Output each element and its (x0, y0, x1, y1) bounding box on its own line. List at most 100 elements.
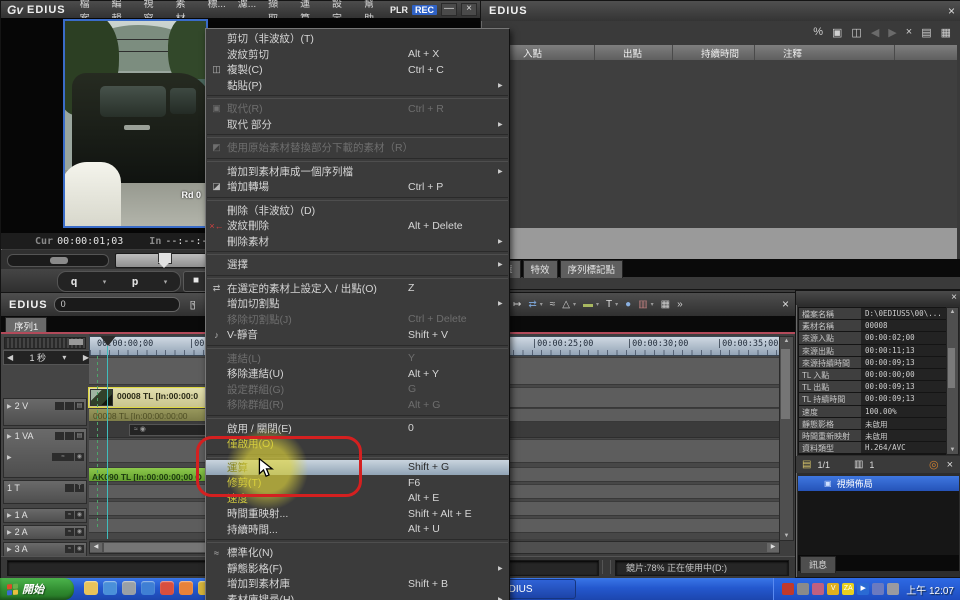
context-menu-item-36[interactable]: 持續時間...Alt + U (206, 522, 509, 538)
waveform-icon[interactable]: ≈ (65, 545, 74, 553)
track-expand-icon[interactable]: ▶ (7, 403, 12, 410)
context-menu-item-38[interactable]: ≈標準化(N) (206, 545, 509, 561)
scroll-up-icon[interactable]: ▲ (947, 309, 958, 315)
context-menu-item-19[interactable]: ⇄在選定的素材上設定入 / 出點(O)Z (206, 281, 509, 297)
more-icon[interactable]: » (677, 299, 683, 310)
context-menu-item-20[interactable]: 增加切割點▶ (206, 296, 509, 312)
context-menu-item-40[interactable]: 增加到素材庫Shift + B (206, 576, 509, 592)
position-marker[interactable] (158, 252, 172, 264)
transition-icon-caret[interactable]: ▾ (596, 301, 599, 308)
bin-tab-1[interactable]: 特效 (523, 260, 558, 278)
scroll-down-icon[interactable]: ▼ (780, 533, 793, 539)
tray-app-icon[interactable] (812, 583, 824, 595)
close-button[interactable]: × (461, 3, 477, 16)
ripple-mode-icon[interactable]: ≈ (550, 299, 556, 310)
context-menu-item-25[interactable]: 移除連結(U)Alt + Y (206, 366, 509, 382)
tray-recorder-icon[interactable] (782, 583, 794, 595)
track-expand-icon[interactable]: ▶ (7, 546, 12, 553)
context-menu-item-6[interactable]: 取代 部分▶ (206, 117, 509, 133)
export-icon[interactable]: ▤ (921, 26, 931, 39)
marker-icon[interactable]: % (813, 26, 823, 39)
panel-icon[interactable]: ▤ (75, 402, 84, 410)
bin-column-入點[interactable]: 入點 (495, 45, 595, 60)
context-menu-item-41[interactable]: 素材庫搜尋(H)▶ (206, 592, 509, 600)
firefox-icon[interactable] (179, 581, 193, 595)
minimize-button[interactable]: — (441, 3, 457, 16)
tray-audio-icon[interactable] (887, 583, 899, 595)
tray-player-icon[interactable]: ▶ (857, 583, 869, 595)
context-menu-item-0[interactable]: 剪切（非波紋）(T) (206, 31, 509, 47)
track-header-1t[interactable]: 1 T T (3, 480, 87, 504)
delete-icon[interactable]: × (947, 459, 953, 471)
chrome-icon[interactable] (160, 581, 174, 595)
track-header-2a[interactable]: ▶ 2 A ≈◉ (3, 525, 87, 540)
overwrite-mode-icon-caret[interactable]: ▾ (540, 301, 543, 308)
bin-clip-list[interactable] (495, 60, 957, 228)
set-in-button[interactable]: q (71, 275, 78, 288)
context-menu-item-2[interactable]: ◫複製(C)Ctrl + C (206, 62, 509, 78)
folder-pager-icon[interactable]: ▤ (802, 459, 811, 470)
bin-column-注釋[interactable]: 注釋 (755, 45, 895, 60)
tray-camera-icon[interactable] (797, 583, 809, 595)
context-menu-item-15[interactable]: 刪除素材▶ (206, 234, 509, 250)
sub-expand-icon[interactable]: ▶ (7, 454, 12, 461)
bin-column-持續時間[interactable]: 持續時間 (673, 45, 755, 60)
jog-slider[interactable] (7, 254, 109, 267)
scroll-thumb[interactable] (948, 348, 955, 388)
folder-icon[interactable] (84, 581, 98, 595)
playhead-handle[interactable] (100, 336, 116, 346)
bin-close-button[interactable]: × (948, 4, 955, 18)
lock-icon[interactable] (55, 402, 64, 410)
export-icon[interactable]: ▥ (638, 299, 647, 310)
set-out-menu[interactable]: ▾ (164, 278, 168, 286)
message-tab[interactable]: 訊息 (800, 556, 836, 573)
trim-icon[interactable]: △ (562, 299, 570, 310)
vertical-scrollbar[interactable]: ▲ ▼ (779, 336, 794, 541)
bin-titlebar[interactable]: EDIUS × (481, 1, 960, 21)
trim-icon-caret[interactable]: ▾ (573, 301, 576, 308)
eye-icon[interactable] (65, 402, 74, 410)
overwrite-mode-icon[interactable]: ⇄ (528, 299, 536, 310)
speaker-icon[interactable]: ◉ (75, 453, 84, 461)
context-menu-item-39[interactable]: 靜態影格(F)▶ (206, 561, 509, 577)
track-header-1va[interactable]: ▶ 1 VA ▤ ▶ ≈◉ (3, 428, 87, 478)
ie-browser-icon[interactable] (141, 581, 155, 595)
context-menu-item-3[interactable]: 黏貼(P)▶ (206, 78, 509, 94)
recorder-mode-button[interactable]: REC (412, 5, 437, 15)
document-icon[interactable] (103, 581, 117, 595)
next-clip-icon[interactable]: ▶ (888, 26, 896, 39)
insert-mode-icon[interactable]: ↦ (513, 299, 521, 310)
context-menu-item-14[interactable]: ×←波紋刪除Alt + Delete (206, 218, 509, 234)
eye-icon[interactable] (65, 432, 74, 440)
sequence-name-field[interactable]: 0 (54, 297, 180, 312)
context-menu-item-10[interactable]: 增加到素材庫成一個序列檔▶ (206, 164, 509, 180)
track-header-2v[interactable]: ▶ 2 V ▤ (3, 398, 87, 426)
track-expand-icon[interactable]: ▶ (7, 529, 12, 536)
flag-icon[interactable]: ◫ (851, 26, 861, 39)
scroll-up-icon[interactable]: ▲ (780, 338, 793, 344)
timeline-zoom-slider[interactable] (4, 337, 86, 349)
track-expand-icon[interactable]: ▶ (7, 512, 12, 519)
scroll-left-icon[interactable]: ◀ (90, 543, 102, 552)
prev-clip-icon[interactable]: ◀ (871, 26, 879, 39)
new-sequence-menu-icon[interactable]: ▾ (192, 301, 195, 308)
scale-caret-icon[interactable]: ▾ (62, 353, 66, 362)
color-settings-icon[interactable]: ◎ (929, 458, 939, 471)
scroll-thumb[interactable] (781, 349, 790, 419)
tray-display-icon[interactable] (872, 583, 884, 595)
context-menu-item-17[interactable]: 選擇▶ (206, 257, 509, 273)
title-icon-caret[interactable]: ▾ (615, 301, 618, 308)
context-menu-item-1[interactable]: 波紋剪切Alt + X (206, 47, 509, 63)
properties-scrollbar[interactable]: ▲ ▼ (946, 307, 959, 455)
sequence-grid-icon[interactable]: ▦ (661, 299, 670, 310)
panel-icon[interactable]: ▤ (75, 432, 84, 440)
timeline-close-button[interactable]: × (782, 297, 789, 311)
view-icon[interactable]: ▦ (941, 26, 951, 39)
jog-thumb[interactable] (50, 257, 68, 264)
scroll-right-icon[interactable]: ▶ (767, 543, 779, 552)
context-menu-item-11[interactable]: ◪增加轉場Ctrl + P (206, 179, 509, 195)
speaker-icon[interactable]: ◉ (75, 545, 84, 553)
clip-number-icon[interactable]: ▥ (854, 459, 863, 470)
bin-column-出點[interactable]: 出點 (595, 45, 673, 60)
set-in-menu[interactable]: ▾ (103, 278, 107, 286)
